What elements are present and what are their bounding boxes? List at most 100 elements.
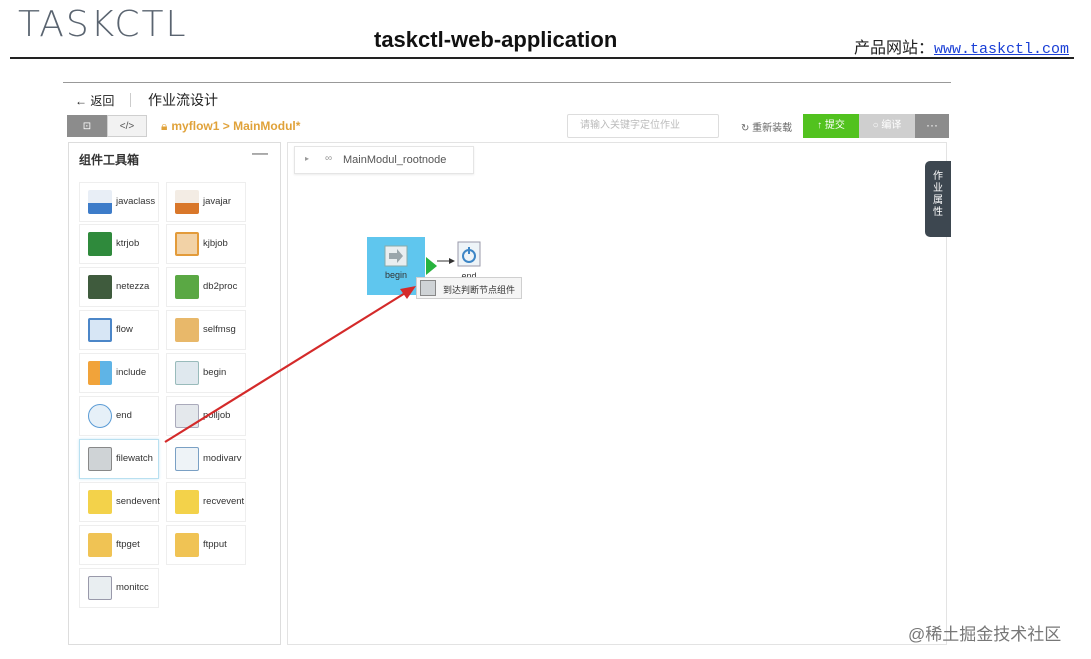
caret-right-icon: ▸: [305, 154, 310, 163]
product-site-label: 产品网站：: [853, 40, 934, 57]
props-char: 性: [933, 207, 943, 218]
tab-mainmodul-rootnode[interactable]: ▸ ∞ MainModul_rootnode: [294, 146, 474, 174]
component-recvevent[interactable]: recvevent: [166, 482, 246, 522]
toolbar: ⊡ </> 🔒︎ myflow1 > MainModul* 请输入关键字定位作业 …: [67, 114, 951, 140]
taskctl-logo: TASKCTL: [18, 4, 188, 45]
component-toolbox: 组件工具箱 — javaclass javajar ktrjob kjbjob …: [68, 142, 281, 645]
breadcrumb-text: myflow1 > MainModul*: [171, 119, 301, 133]
javajar-icon: [175, 190, 199, 214]
watermark: @稀土掘金技术社区: [908, 625, 1062, 644]
job-properties-tab[interactable]: 作 业 属 性: [925, 161, 951, 237]
component-label: filewatch: [116, 453, 153, 464]
component-label: selfmsg: [203, 324, 236, 335]
component-label: polljob: [203, 410, 231, 421]
end-icon: [88, 404, 112, 428]
component-javaclass[interactable]: javaclass: [79, 182, 159, 222]
header-divider: [10, 57, 1074, 59]
ftpget-icon: [88, 533, 112, 557]
page-title: 作业流设计: [148, 92, 218, 108]
lock-icon: 🔒︎: [161, 119, 168, 133]
component-label: kjbjob: [203, 238, 228, 249]
begin-node-icon: [384, 245, 408, 267]
props-char: 属: [933, 195, 943, 206]
begin-icon: [175, 361, 199, 385]
component-label: flow: [116, 324, 133, 335]
component-label: begin: [203, 367, 227, 378]
component-include[interactable]: include: [79, 353, 159, 393]
sendevent-icon: [88, 490, 112, 514]
top-bar: ← 返回 作业流设计: [63, 83, 951, 115]
selfmsg-icon: [175, 318, 199, 342]
component-kjbjob[interactable]: kjbjob: [166, 224, 246, 264]
component-label: db2proc: [203, 281, 238, 292]
drag-tooltip: 到达判断节点组件: [416, 277, 522, 299]
filewatch-icon: [88, 447, 112, 471]
recvevent-icon: [175, 490, 199, 514]
component-javajar[interactable]: javajar: [166, 182, 246, 222]
back-label: 返回: [90, 94, 115, 108]
reload-icon: ↻: [741, 123, 750, 134]
flow-icon: [88, 318, 112, 342]
include-icon: [88, 361, 112, 385]
javaclass-icon: [88, 190, 112, 214]
ftpput-icon: [175, 533, 199, 557]
component-selfmsg[interactable]: selfmsg: [166, 310, 246, 350]
modivarv-icon: [175, 447, 199, 471]
document-title: taskctl-web-application: [374, 27, 618, 52]
ktrjob-icon: [88, 232, 112, 256]
back-button[interactable]: ← 返回: [75, 92, 114, 109]
component-db2proc[interactable]: db2proc: [166, 267, 246, 307]
component-ktrjob[interactable]: ktrjob: [79, 224, 159, 264]
collapse-button[interactable]: —: [252, 145, 268, 163]
netezza-icon: [88, 275, 112, 299]
upload-icon: ↑: [817, 120, 823, 131]
monitcc-icon: [88, 576, 112, 600]
component-begin[interactable]: begin: [166, 353, 246, 393]
reload-button[interactable]: ↻ 重新装载: [741, 119, 792, 134]
app-window: ← 返回 作业流设计 ⊡ </> 🔒︎ myflow1 > MainModul* …: [63, 82, 951, 649]
db2proc-icon: [175, 275, 199, 299]
polljob-icon: [175, 404, 199, 428]
link-icon: ∞: [325, 153, 333, 164]
tab-label: MainModul_rootnode: [343, 154, 447, 166]
component-label: javajar: [203, 196, 231, 207]
component-polljob[interactable]: polljob: [166, 396, 246, 436]
flow-canvas[interactable]: ▸ ∞ MainModul_rootnode begin end 到达判断节点组…: [287, 142, 947, 645]
props-char: 作: [933, 171, 943, 182]
component-label: ktrjob: [116, 238, 140, 249]
component-label: ftpget: [116, 539, 140, 550]
component-sendevent[interactable]: sendevent: [79, 482, 160, 522]
end-node-icon: [457, 241, 481, 267]
component-label: netezza: [116, 281, 150, 292]
component-label: ftpput: [203, 539, 227, 550]
search-input[interactable]: 请输入关键字定位作业: [567, 114, 719, 138]
compile-icon: ○: [872, 120, 879, 131]
props-char: 业: [933, 183, 943, 194]
more-button[interactable]: ···: [915, 114, 949, 138]
product-site: 产品网站：www.taskctl.com: [854, 34, 1069, 58]
component-modivarv[interactable]: modivarv: [166, 439, 246, 479]
design-view-button[interactable]: ⊡: [67, 115, 107, 137]
component-label: include: [116, 367, 147, 378]
component-ftpget[interactable]: ftpget: [79, 525, 159, 565]
compile-button[interactable]: ○ 编译: [859, 114, 915, 138]
kjbjob-icon: [175, 232, 199, 256]
reload-label: 重新装载: [752, 123, 793, 134]
drag-tooltip-text: 到达判断节点组件: [443, 285, 516, 295]
component-netezza[interactable]: netezza: [79, 267, 159, 307]
toolbox-title: 组件工具箱: [79, 153, 140, 167]
component-end[interactable]: end: [79, 396, 159, 436]
component-flow[interactable]: flow: [79, 310, 159, 350]
component-filewatch[interactable]: filewatch: [79, 439, 159, 479]
submit-label: 提交: [824, 120, 845, 131]
submit-button[interactable]: ↑ 提交: [803, 114, 859, 138]
component-ftpput[interactable]: ftpput: [166, 525, 246, 565]
component-label: end: [116, 410, 132, 421]
code-view-button[interactable]: </>: [107, 115, 147, 137]
component-monitcc[interactable]: monitcc: [79, 568, 159, 608]
product-site-link[interactable]: www.taskctl.com: [934, 41, 1069, 58]
component-label: modivarv: [203, 453, 242, 464]
divider: [130, 93, 131, 107]
breadcrumb: 🔒︎ myflow1 > MainModul*: [161, 119, 300, 134]
component-label: monitcc: [116, 582, 149, 593]
